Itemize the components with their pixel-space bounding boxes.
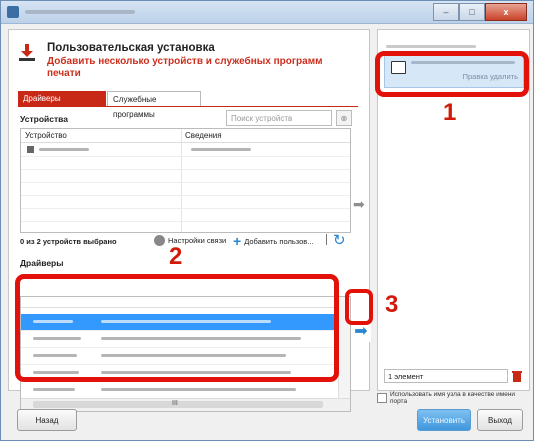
callout-number-3: 3 <box>385 291 399 318</box>
printer-icon <box>27 146 34 153</box>
device-row[interactable] <box>21 143 350 156</box>
close-button[interactable]: x <box>485 3 527 21</box>
refresh-icon[interactable]: ↻ <box>333 231 346 249</box>
page-subtitle: Добавить несколько устройств и служебных… <box>47 56 323 79</box>
add-driver-arrow-button[interactable]: ➡ <box>351 322 371 342</box>
column-device[interactable]: Устройство <box>25 129 67 142</box>
row-line <box>21 182 350 183</box>
driver-name-blurred <box>33 388 75 391</box>
add-custom-device-button[interactable]: + Добавить пользов... <box>233 233 314 249</box>
driver-row[interactable] <box>21 382 339 399</box>
window-title-blurred <box>25 10 135 14</box>
callout-box-3 <box>345 289 373 325</box>
tab-utilities[interactable]: Служебные программы <box>107 91 201 119</box>
search-icon: ⊗ <box>340 113 348 123</box>
selected-count-field: 1 элемент <box>384 369 508 383</box>
driver-details-blurred <box>101 388 296 391</box>
installer-window: – □ x Пользовательская установка Добавит… <box>0 0 534 441</box>
app-icon <box>7 6 19 18</box>
row-line <box>21 208 350 209</box>
devices-table-header: Устройство Сведения <box>21 129 350 143</box>
row-line <box>21 156 350 157</box>
row-line <box>21 195 350 196</box>
plus-icon: + <box>233 233 242 249</box>
row-line <box>21 221 350 222</box>
maximize-button[interactable]: □ <box>459 3 485 21</box>
use-hostname-checkbox[interactable] <box>377 393 387 403</box>
minimize-button[interactable]: – <box>433 3 459 21</box>
page-title: Пользовательская установка <box>47 42 215 54</box>
row-line <box>21 169 350 170</box>
add-device-arrow-icon[interactable]: ➡ <box>353 196 365 213</box>
window-controls: – □ x <box>433 3 527 21</box>
search-button[interactable]: ⊗ <box>336 110 352 126</box>
use-hostname-option[interactable]: Использовать имя узла в качестве имени п… <box>377 391 533 405</box>
connection-settings-link[interactable]: Настройки связи <box>154 235 226 246</box>
scroll-thumb[interactable] <box>33 401 323 408</box>
install-button[interactable]: Установить <box>417 409 471 431</box>
add-custom-label: Добавить пользов... <box>244 236 314 246</box>
device-search-input[interactable]: Поиск устройств <box>226 110 332 126</box>
callout-number-1: 1 <box>443 99 457 126</box>
callout-box-2 <box>15 274 339 382</box>
column-details[interactable]: Сведения <box>185 129 222 142</box>
callout-box-1 <box>375 51 529 97</box>
tab-drivers[interactable]: Драйверы <box>18 91 106 106</box>
back-button[interactable]: Назад <box>17 409 77 431</box>
tab-underline <box>18 106 358 107</box>
device-details-blurred <box>191 148 251 151</box>
scroll-marker: III <box>172 400 178 407</box>
drivers-section-label: Драйверы <box>20 258 64 268</box>
download-install-icon <box>19 44 35 61</box>
trash-icon[interactable] <box>510 369 523 383</box>
devices-table: Устройство Сведения <box>20 128 351 233</box>
device-name-blurred <box>39 148 89 151</box>
toolbar-separator <box>326 234 327 245</box>
devices-selected-count: 0 из 2 устройств выбрано <box>20 237 117 246</box>
callout-number-2: 2 <box>169 243 183 270</box>
use-hostname-label: Использовать имя узла в качестве имени п… <box>389 391 516 405</box>
exit-button[interactable]: Выход <box>477 409 523 431</box>
selected-header-blurred <box>386 45 476 48</box>
title-bar: – □ x <box>1 1 533 24</box>
devices-section-label: Устройства <box>20 114 68 124</box>
network-icon <box>154 235 165 246</box>
